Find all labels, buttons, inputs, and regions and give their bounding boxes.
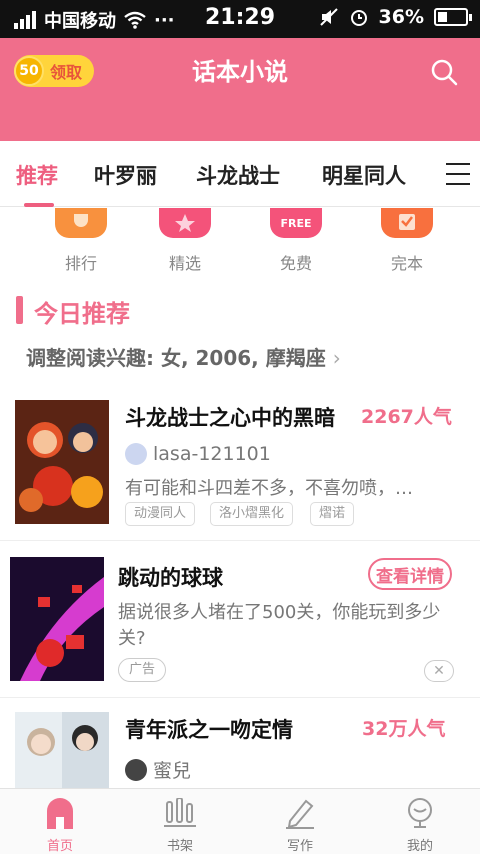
star-icon	[159, 208, 211, 238]
search-icon[interactable]	[430, 58, 458, 86]
author-avatar	[125, 443, 147, 465]
book-tag[interactable]: 洛小熠黑化	[210, 502, 294, 526]
bookshelf-icon	[163, 797, 197, 829]
category-featured[interactable]: 精选	[145, 208, 225, 274]
tab-yeluoli[interactable]: 叶罗丽	[94, 160, 157, 190]
battery-icon	[434, 8, 472, 26]
nav-label: 写作	[286, 839, 313, 854]
mute-icon	[319, 8, 338, 26]
nav-label: 书架	[166, 839, 193, 854]
book-cover[interactable]	[15, 400, 109, 524]
section-title: 今日推荐	[34, 300, 130, 328]
category-label: 排行	[64, 254, 97, 273]
alarm-icon	[350, 10, 367, 26]
check-icon	[381, 208, 433, 238]
profile-icon	[403, 797, 437, 829]
ad-badge: 广告	[118, 658, 167, 682]
free-icon: FREE	[270, 208, 322, 238]
home-icon	[43, 797, 77, 829]
battery-percent: 36%	[378, 6, 424, 28]
category-free[interactable]: FREE 免费	[256, 208, 336, 274]
author-avatar	[125, 758, 147, 781]
nav-write[interactable]: 写作	[260, 789, 340, 854]
ad-image[interactable]	[10, 557, 104, 681]
section-accent-bar	[16, 296, 23, 324]
status-right: 36%	[319, 6, 472, 28]
book-cover[interactable]	[15, 712, 109, 788]
nav-home[interactable]: 首页	[20, 789, 100, 854]
view-details-button[interactable]: 查看详情	[368, 558, 452, 590]
author-name: lasa-121101	[153, 443, 271, 465]
book-description: 有可能和斗四差不多，不喜勿喷，…	[125, 478, 413, 499]
category-tabs: 推荐 叶罗丽 斗龙战士 明星同人	[0, 141, 480, 207]
divider	[0, 540, 480, 541]
chevron-right-icon: ›	[332, 346, 341, 370]
active-tab-indicator	[24, 203, 54, 207]
trophy-icon	[55, 208, 107, 238]
adjust-interest-link[interactable]: 调整阅读兴趣: 女, 2006, 摩羯座 ›	[26, 342, 341, 371]
popularity-count: 32万人气	[362, 718, 446, 740]
category-completed[interactable]: 完本	[367, 208, 447, 274]
divider	[0, 697, 480, 698]
tab-star-fanfic[interactable]: 明星同人	[322, 160, 406, 190]
nav-label: 我的	[406, 839, 433, 854]
popularity-count: 2267人气	[361, 406, 452, 428]
nav-bookshelf[interactable]: 书架	[140, 789, 220, 854]
status-bar: 中国移动 ··· 21:29 36%	[0, 0, 480, 38]
interest-text: 调整阅读兴趣: 女, 2006, 摩羯座	[26, 346, 326, 370]
category-label: 免费	[279, 254, 312, 273]
book-title[interactable]: 青年派之一吻定情	[125, 714, 293, 744]
category-label: 精选	[168, 254, 201, 273]
author-name: 蜜兒	[153, 760, 192, 782]
book-tag[interactable]: 熠诺	[310, 502, 355, 526]
close-ad-icon[interactable]: ✕	[424, 660, 454, 682]
book-tag[interactable]: 动漫同人	[125, 502, 196, 526]
category-ranking[interactable]: 排行	[41, 208, 121, 274]
ad-title[interactable]: 跳动的球球	[118, 562, 223, 592]
book-title[interactable]: 斗龙战士之心中的黑暗	[125, 402, 335, 432]
bottom-nav: 首页 书架 写作 我的	[0, 788, 480, 854]
nav-profile[interactable]: 我的	[380, 789, 460, 854]
nav-label: 首页	[46, 839, 73, 854]
app-title: 话本小说	[192, 58, 288, 86]
author-row: 蜜兒	[125, 756, 191, 783]
category-label: 完本	[390, 254, 423, 273]
tab-recommend[interactable]: 推荐	[16, 160, 58, 190]
tab-doulong[interactable]: 斗龙战士	[196, 160, 280, 190]
pen-icon	[283, 797, 317, 829]
author-row: lasa-121101	[125, 443, 271, 465]
menu-icon[interactable]	[446, 163, 470, 185]
ad-description: 据说很多人堵在了500关，你能玩到多少关?	[118, 602, 441, 649]
